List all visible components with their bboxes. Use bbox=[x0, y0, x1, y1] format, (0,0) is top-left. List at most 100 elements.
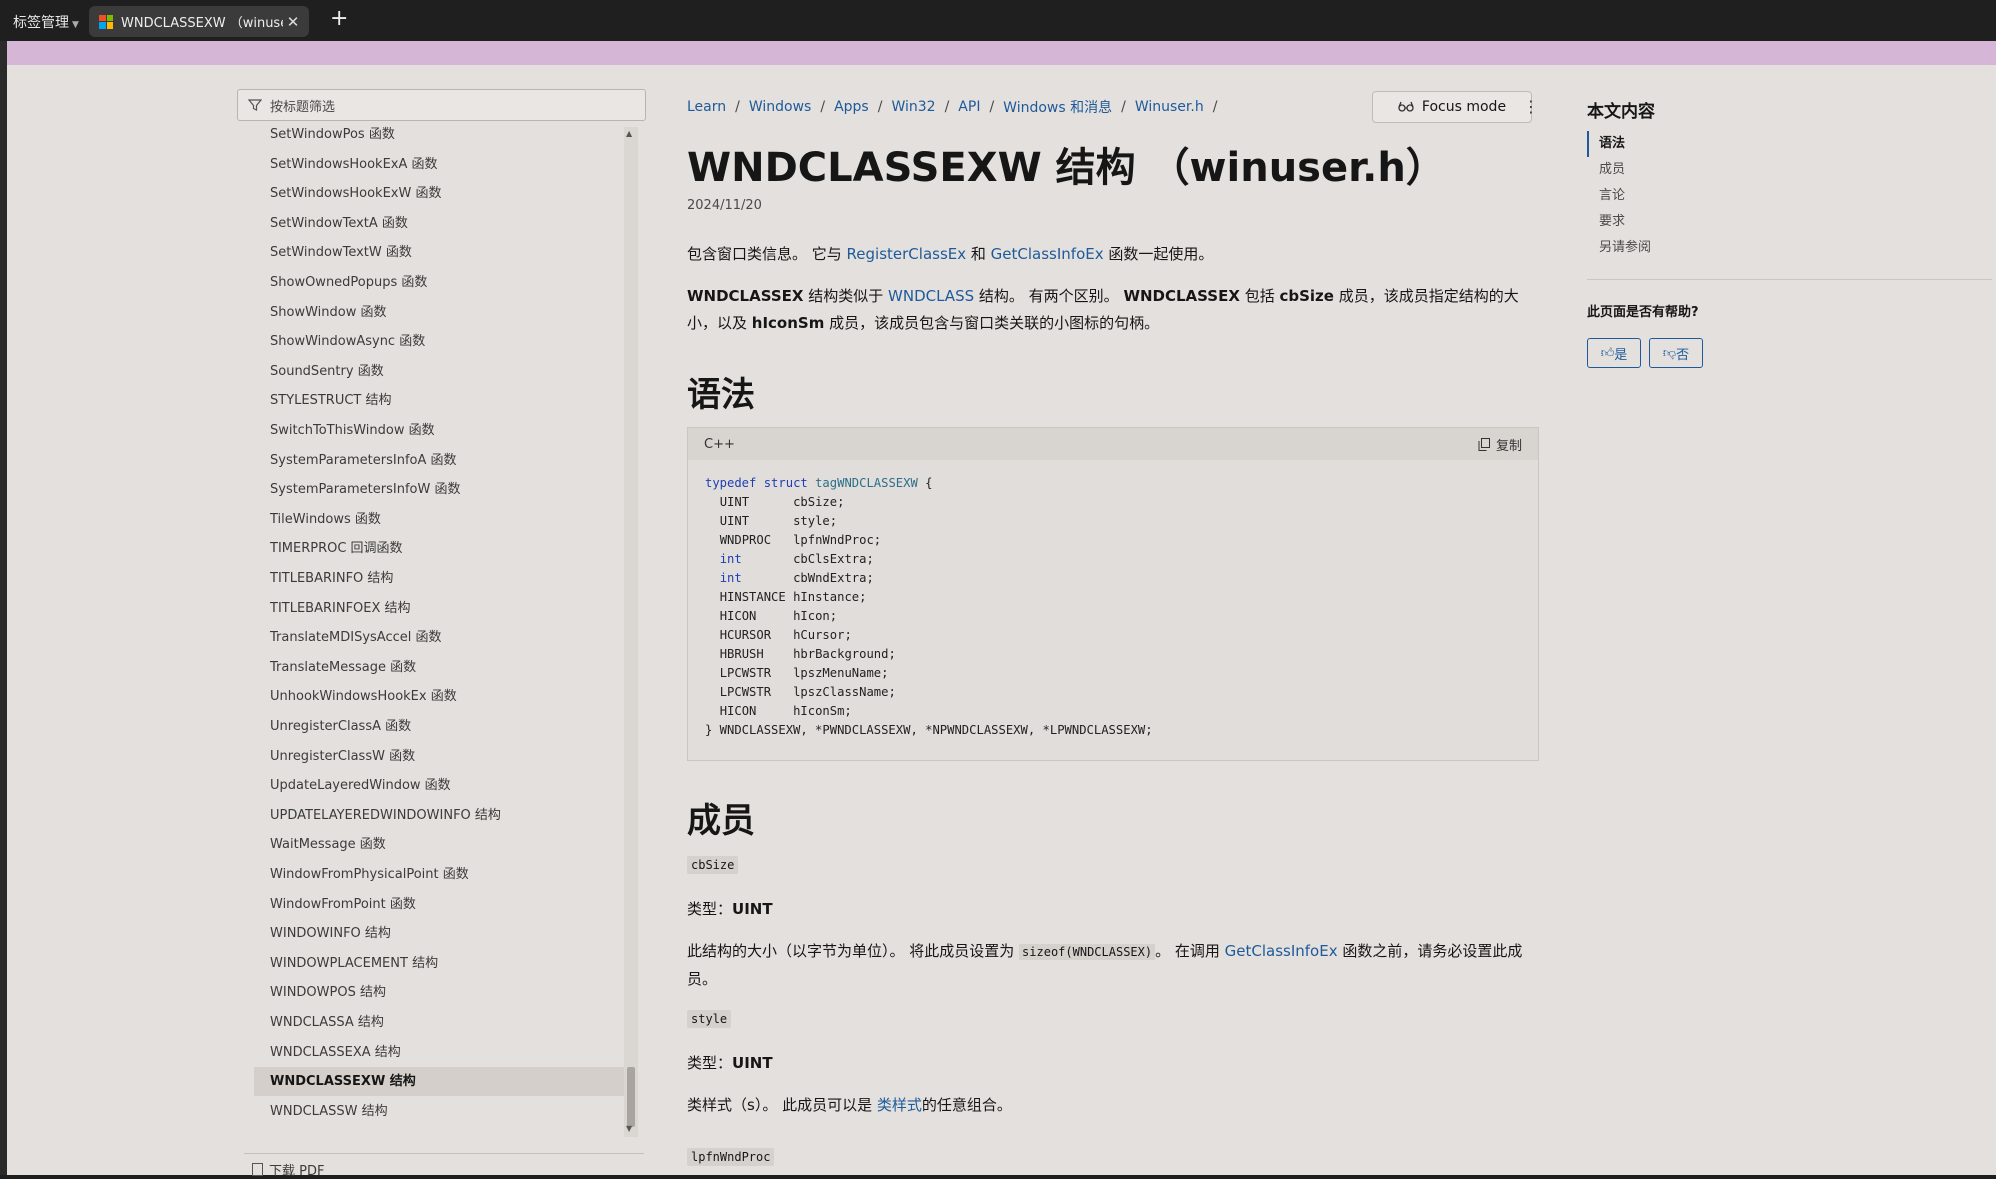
code-field-name: lpszClassName; bbox=[793, 685, 896, 699]
sidebar-item[interactable]: WINDOWINFO 结构 bbox=[254, 919, 624, 948]
thumbs-up-icon: 👍︎ bbox=[1600, 345, 1615, 361]
sidebar-item[interactable]: SystemParametersInfoA 函数 bbox=[254, 446, 624, 475]
toc-item[interactable]: 语法 bbox=[1587, 131, 1651, 157]
scrollbar-thumb[interactable] bbox=[627, 1067, 635, 1127]
breadcrumb-separator: / bbox=[735, 99, 740, 115]
difference-paragraph: WNDCLASSEX 结构类似于 WNDCLASS 结构。 有两个区别。 WND… bbox=[687, 283, 1537, 337]
sidebar-item[interactable]: WaitMessage 函数 bbox=[254, 830, 624, 859]
member-desc-style: 类样式（s）。 此成员可以是 类样式的任意组合。 bbox=[687, 1092, 1547, 1119]
intro-text: 包含窗口类信息。 它与 bbox=[687, 245, 847, 263]
focus-mode-label: Focus mode bbox=[1421, 99, 1507, 115]
sidebar-item[interactable]: SystemParametersInfoW 函数 bbox=[254, 475, 624, 504]
breadcrumb-separator: / bbox=[1121, 99, 1126, 115]
code-field-type: int bbox=[719, 571, 742, 585]
sidebar-item[interactable]: WNDCLASSEXW 结构 bbox=[254, 1067, 624, 1097]
code-keyword: typedef bbox=[705, 476, 757, 490]
toc-item[interactable]: 另请参阅 bbox=[1587, 235, 1651, 261]
syntax-heading: 语法 bbox=[687, 375, 755, 415]
code-block: C++ 复制 typedef struct tagWNDCLASSEXW { U… bbox=[687, 427, 1539, 761]
sidebar-item[interactable]: WindowFromPoint 函数 bbox=[254, 890, 624, 919]
tab-manager-button[interactable]: 标签管理 ▼ bbox=[13, 12, 79, 32]
code-field-name: hIconSm; bbox=[793, 704, 852, 718]
sidebar-scrollbar[interactable]: ▲ ▼ bbox=[624, 127, 638, 1137]
sidebar-item[interactable]: WINDOWPLACEMENT 结构 bbox=[254, 949, 624, 978]
sidebar-item[interactable]: SetWindowPos 函数 bbox=[254, 123, 624, 149]
sidebar-item[interactable]: UnregisterClassA 函数 bbox=[254, 712, 624, 741]
download-pdf-link[interactable]: 下载 PDF bbox=[252, 1160, 324, 1179]
feedback-question: 此页面是否有帮助? bbox=[1587, 305, 1699, 320]
type-value: UINT bbox=[732, 900, 773, 918]
sidebar-item[interactable]: WNDCLASSEXA 结构 bbox=[254, 1038, 624, 1067]
sidebar-item[interactable]: UpdateLayeredWindow 函数 bbox=[254, 771, 624, 800]
close-tab-icon[interactable]: ✕ bbox=[283, 13, 303, 31]
sidebar-item[interactable]: WINDOWPOS 结构 bbox=[254, 978, 624, 1007]
breadcrumb-link[interactable]: Winuser.h bbox=[1135, 99, 1204, 115]
sidebar-item[interactable]: TITLEBARINFOEX 结构 bbox=[254, 594, 624, 623]
sidebar-item[interactable]: TIMERPROC 回调函数 bbox=[254, 534, 624, 563]
breadcrumb-link[interactable]: Win32 bbox=[891, 99, 935, 115]
sidebar-item[interactable]: ShowWindow 函数 bbox=[254, 298, 624, 327]
breadcrumb-link[interactable]: Windows bbox=[749, 99, 812, 115]
member-type-cbsize: 类型：UINT bbox=[687, 896, 1547, 923]
sidebar-item[interactable]: WindowFromPhysicalPoint 函数 bbox=[254, 860, 624, 889]
sidebar-item[interactable]: TileWindows 函数 bbox=[254, 505, 624, 534]
sidebar-item[interactable]: SetWindowTextA 函数 bbox=[254, 209, 624, 238]
feedback-yes-button[interactable]: 👍︎ 是 bbox=[1587, 338, 1641, 368]
sidebar-item[interactable]: SetWindowsHookExA 函数 bbox=[254, 150, 624, 179]
sidebar-item[interactable]: ShowOwnedPopups 函数 bbox=[254, 268, 624, 297]
sidebar-item[interactable]: TITLEBARINFO 结构 bbox=[254, 564, 624, 593]
breadcrumb-separator: / bbox=[989, 99, 995, 115]
code-field-name: cbClsExtra; bbox=[793, 552, 874, 566]
getclassinfoex-link[interactable]: GetClassInfoEx bbox=[991, 245, 1104, 263]
scroll-up-icon[interactable]: ▲ bbox=[626, 129, 632, 138]
sidebar-item[interactable]: UPDATELAYEREDWINDOWINFO 结构 bbox=[254, 801, 624, 830]
type-value: UINT bbox=[732, 1054, 773, 1072]
desc-text: 的任意组合。 bbox=[921, 1096, 1012, 1114]
breadcrumb-link[interactable]: Learn bbox=[687, 99, 726, 115]
sidebar-item[interactable]: SoundSentry 函数 bbox=[254, 357, 624, 386]
code-field-type: LPCWSTR bbox=[719, 685, 772, 699]
sidebar-item[interactable]: WNDCLASSA 结构 bbox=[254, 1008, 624, 1037]
sidebar-item[interactable]: UnhookWindowsHookEx 函数 bbox=[254, 682, 624, 711]
code-field-type: LPCWSTR bbox=[719, 666, 772, 680]
new-tab-button[interactable]: + bbox=[330, 6, 348, 31]
sidebar-item[interactable]: TranslateMDISysAccel 函数 bbox=[254, 623, 624, 652]
code-typename: tagWNDCLASSEXW bbox=[815, 476, 918, 490]
code-closing: } WNDCLASSEXW, *PWNDCLASSEXW, *NPWNDCLAS… bbox=[705, 723, 1153, 737]
filter-by-title-input[interactable]: 按标题筛选 bbox=[237, 89, 646, 121]
code-field-name: cbWndExtra; bbox=[793, 571, 874, 585]
code-header: C++ 复制 bbox=[688, 428, 1538, 460]
breadcrumb-link[interactable]: API bbox=[958, 99, 980, 115]
sidebar-item[interactable]: SwitchToThisWindow 函数 bbox=[254, 416, 624, 445]
scroll-down-icon[interactable]: ▼ bbox=[626, 1124, 632, 1133]
wndclass-link[interactable]: WNDCLASS bbox=[888, 287, 974, 305]
sidebar-item[interactable]: TranslateMessage 函数 bbox=[254, 653, 624, 682]
class-styles-link[interactable]: 类样式 bbox=[877, 1096, 922, 1114]
sidebar-item[interactable]: WNDCLASSW 结构 bbox=[254, 1097, 624, 1126]
code-field-name: hInstance; bbox=[793, 590, 867, 604]
sidebar-item[interactable]: SetWindowsHookExW 函数 bbox=[254, 179, 624, 208]
sidebar-item[interactable]: WNDPROC 回调函数 bbox=[254, 1126, 624, 1133]
feedback-no-button[interactable]: 👎︎ 否 bbox=[1649, 338, 1703, 368]
registerclassex-link[interactable]: RegisterClassEx bbox=[847, 245, 967, 263]
page: 按标题筛选 SetWindowPos 函数 SetWindowsHookExA 函… bbox=[7, 65, 1996, 1179]
code-language: C++ bbox=[704, 436, 735, 452]
sidebar-item[interactable]: UnregisterClassW 函数 bbox=[254, 742, 624, 771]
divider bbox=[244, 1153, 644, 1154]
browser-tab[interactable]: WNDCLASSEXW （winuser.h ✕ bbox=[89, 6, 309, 37]
code-field-name: hCursor; bbox=[793, 628, 852, 642]
toc-item[interactable]: 成员 bbox=[1587, 157, 1651, 183]
member-desc-cbsize: 此结构的大小（以字节为单位）。 将此成员设置为 sizeof(WNDCLASSE… bbox=[687, 938, 1537, 993]
sidebar-item[interactable]: SetWindowTextW 函数 bbox=[254, 238, 624, 267]
breadcrumb-link[interactable]: Apps bbox=[834, 99, 869, 115]
toc-item[interactable]: 要求 bbox=[1587, 209, 1651, 235]
sidebar-item[interactable]: STYLESTRUCT 结构 bbox=[254, 386, 624, 415]
copy-button[interactable]: 复制 bbox=[1478, 435, 1522, 454]
toc-item[interactable]: 言论 bbox=[1587, 183, 1651, 209]
focus-mode-button[interactable]: Focus mode bbox=[1372, 91, 1532, 123]
page-title: WNDCLASSEXW 结构 （winuser.h） bbox=[687, 145, 1446, 191]
sidebar-item[interactable]: ShowWindowAsync 函数 bbox=[254, 327, 624, 356]
breadcrumb-link[interactable]: Windows 和消息 bbox=[1003, 97, 1112, 117]
getclassinfoex-link[interactable]: GetClassInfoEx bbox=[1225, 942, 1338, 960]
more-options-icon[interactable]: ⋮ bbox=[1523, 97, 1539, 116]
